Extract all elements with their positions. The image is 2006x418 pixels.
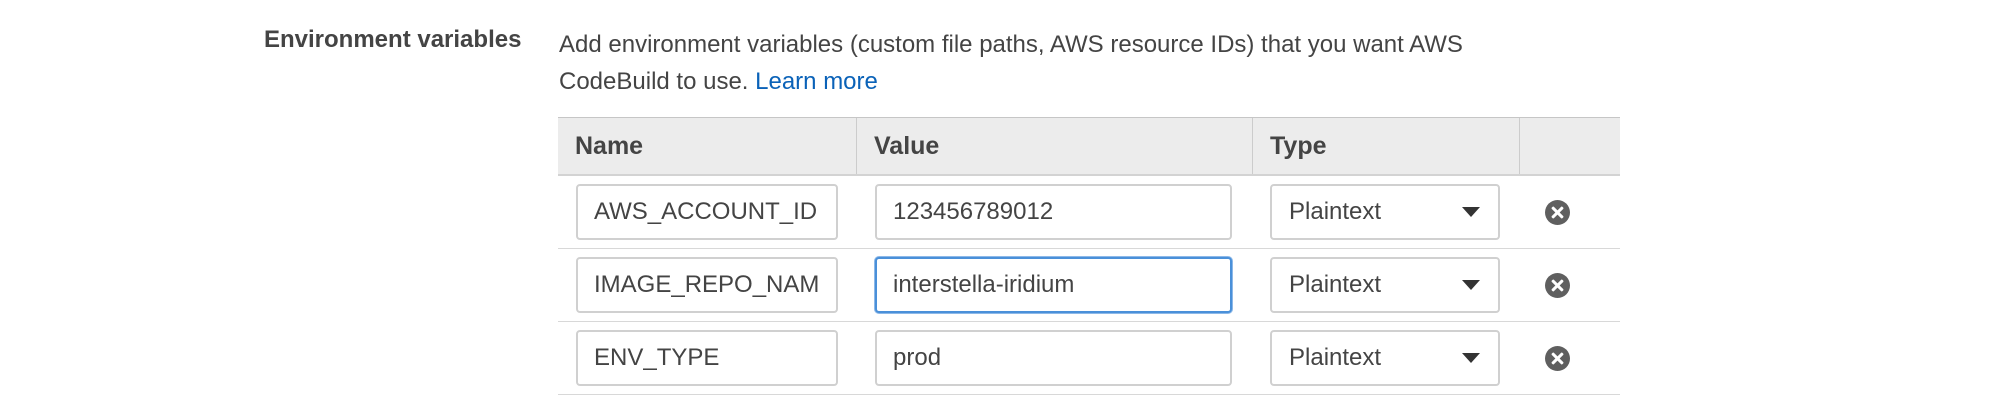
variable-value-input[interactable] [875, 330, 1232, 386]
header-name: Name [558, 118, 857, 174]
variable-type-select[interactable]: Plaintext [1270, 257, 1500, 313]
environment-variables-table: Name Value Type Plaintext P [558, 117, 1620, 395]
variable-name-input[interactable] [576, 184, 838, 240]
header-type: Type [1253, 118, 1520, 174]
table-header: Name Value Type [558, 117, 1620, 176]
variable-name-input[interactable] [576, 257, 838, 313]
caret-down-icon [1462, 280, 1480, 290]
caret-down-icon [1462, 207, 1480, 217]
variable-type-select[interactable]: Plaintext [1270, 184, 1500, 240]
variable-value-input[interactable] [875, 257, 1232, 313]
header-value: Value [857, 118, 1253, 174]
header-actions [1520, 118, 1620, 174]
variable-type-value: Plaintext [1289, 344, 1382, 371]
variable-type-value: Plaintext [1289, 271, 1382, 298]
caret-down-icon [1462, 353, 1480, 363]
close-circle-icon[interactable] [1545, 345, 1570, 371]
close-circle-icon[interactable] [1545, 199, 1570, 225]
variable-type-value: Plaintext [1289, 198, 1382, 225]
close-circle-icon[interactable] [1545, 272, 1570, 298]
description-text: Add environment variables (custom file p… [559, 31, 1463, 95]
learn-more-link[interactable]: Learn more [755, 68, 878, 95]
variable-type-select[interactable]: Plaintext [1270, 330, 1500, 386]
variable-name-input[interactable] [576, 330, 838, 386]
table-row: Plaintext [558, 176, 1620, 249]
table-row: Plaintext [558, 249, 1620, 322]
table-row: Plaintext [558, 322, 1620, 395]
variable-value-input[interactable] [875, 184, 1232, 240]
section-description: Add environment variables (custom file p… [559, 26, 1559, 100]
section-label: Environment variables [264, 26, 522, 53]
